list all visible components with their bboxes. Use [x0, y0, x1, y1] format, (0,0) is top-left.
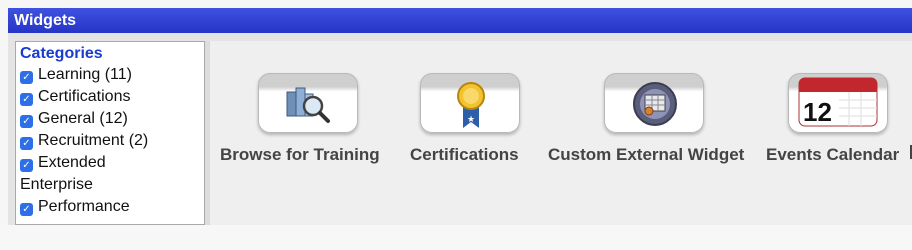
category-label: Extended Enterprise: [20, 154, 106, 193]
category-label: Performance: [38, 198, 130, 215]
checkbox-checked-icon[interactable]: ✓: [20, 203, 33, 216]
category-item-performance[interactable]: ✓ Performance: [16, 196, 204, 218]
checkbox-checked-icon[interactable]: ✓: [20, 71, 33, 84]
category-item-recruitment[interactable]: ✓ Recruitment (2): [16, 130, 204, 152]
widgets-panel: Categories ✓ Learning (11) ✓ Certification…: [8, 33, 912, 225]
svg-text:★: ★: [467, 115, 475, 125]
widget-label: Custom External Widget: [548, 145, 745, 164]
category-label: Certifications: [38, 88, 131, 105]
window-titlebar: Widgets: [8, 8, 912, 33]
calendar-day: 12: [803, 97, 832, 127]
categories-heading: Categories: [20, 45, 103, 62]
calendar-icon: 12: [798, 77, 878, 127]
categories-sidebar: Categories ✓ Learning (11) ✓ Certification…: [15, 41, 205, 225]
award-ribbon-icon: ★: [457, 82, 485, 128]
widget-button[interactable]: 12: [788, 73, 888, 133]
custom-widget-icon: [633, 82, 677, 126]
checkbox-checked-icon[interactable]: ✓: [20, 159, 33, 172]
widget-button[interactable]: [258, 73, 358, 133]
widget-label: Events Calendar: [766, 145, 900, 164]
widgets-gallery: Browse for Training ★ Certifications Cus…: [205, 41, 912, 225]
checkbox-checked-icon[interactable]: ✓: [20, 115, 33, 128]
category-label: General (12): [38, 110, 128, 127]
magnifier-books-icon: [286, 87, 330, 123]
bottom-strip: [0, 225, 912, 250]
checkbox-checked-icon[interactable]: ✓: [20, 137, 33, 150]
category-label: Recruitment (2): [38, 132, 149, 149]
category-item-general[interactable]: ✓ General (12): [16, 108, 204, 130]
widget-label: Browse for Training: [220, 145, 380, 164]
widget-button[interactable]: [604, 73, 704, 133]
category-item-certifications[interactable]: ✓ Certifications: [16, 86, 204, 108]
category-label: Learning (11): [38, 66, 132, 83]
widget-button[interactable]: ★: [420, 73, 520, 133]
window-title: Widgets: [14, 12, 77, 29]
category-item-extended-enterprise[interactable]: ✓ Extended Enterprise: [16, 152, 146, 196]
widget-label: Certifications: [410, 145, 519, 164]
checkbox-checked-icon[interactable]: ✓: [20, 93, 33, 106]
category-item-learning[interactable]: ✓ Learning (11): [16, 64, 204, 86]
